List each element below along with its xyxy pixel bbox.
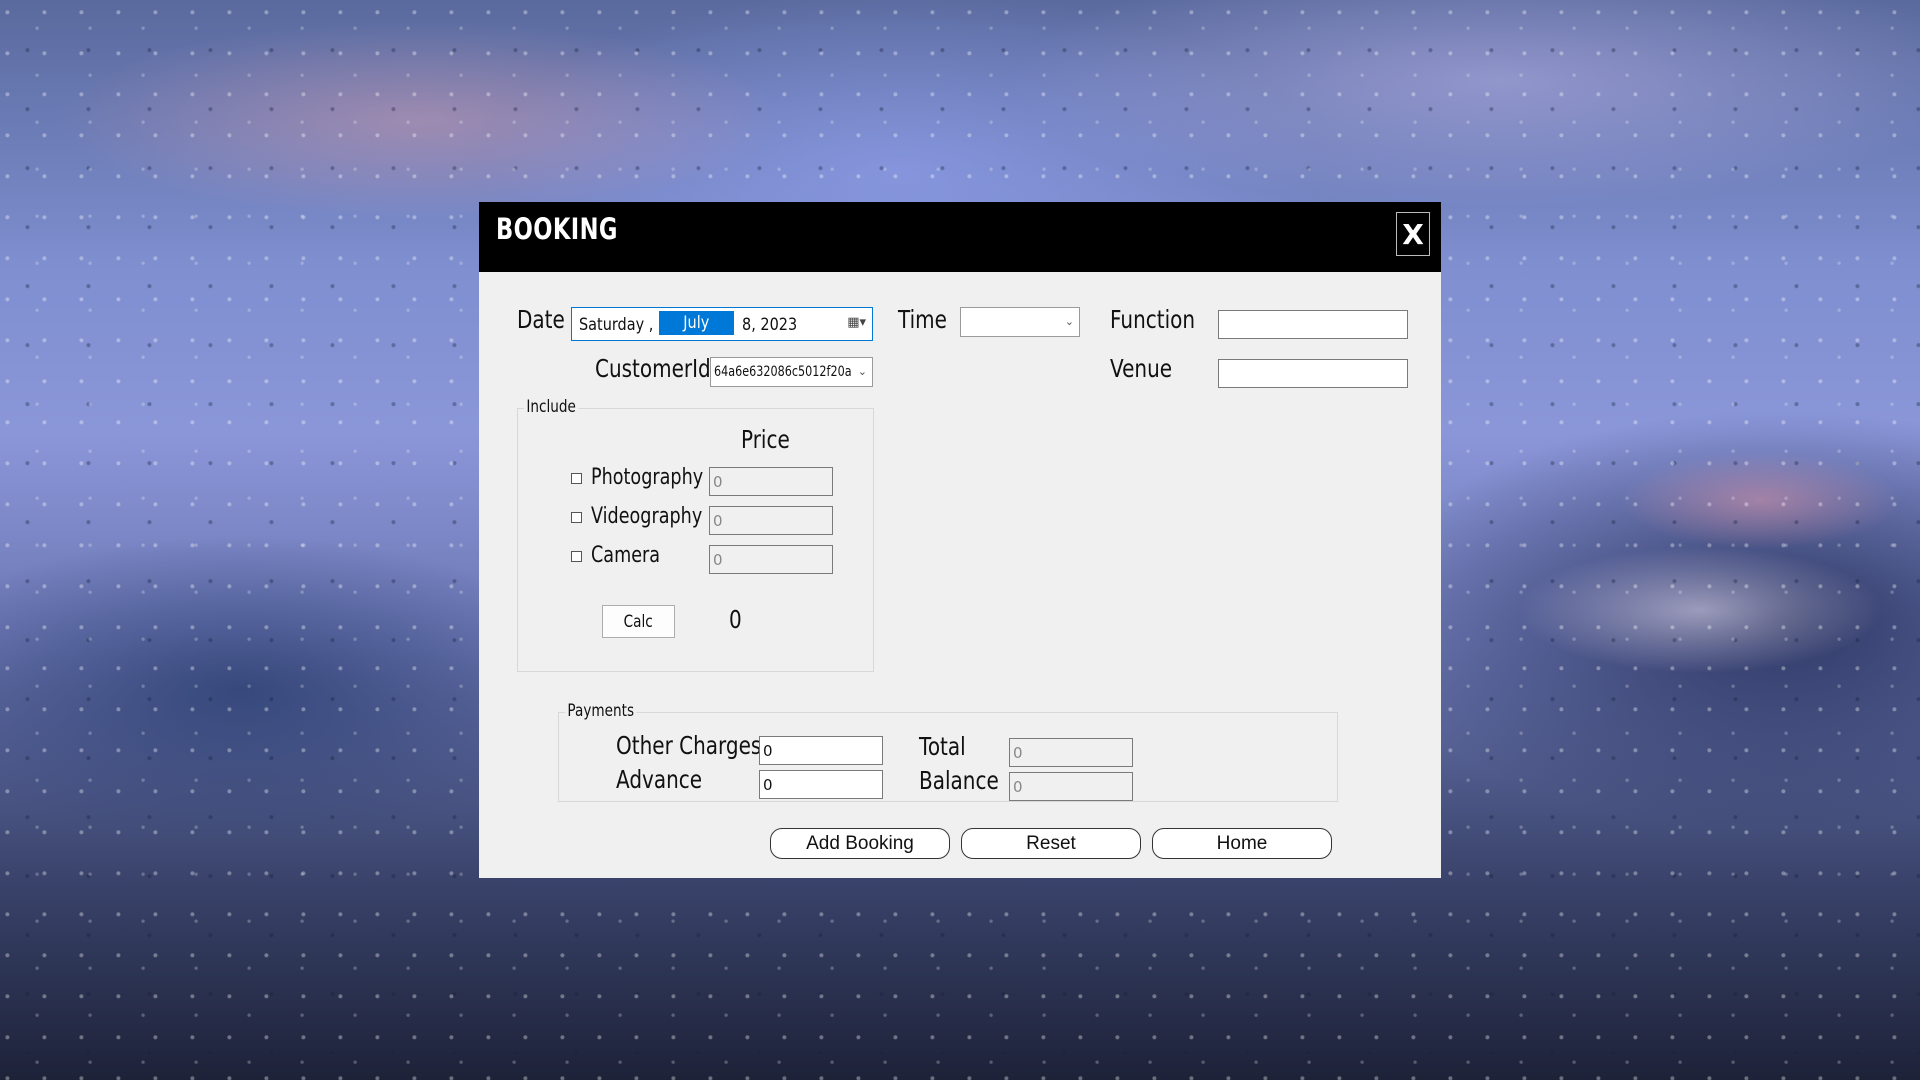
- other-charges-field[interactable]: 0: [759, 736, 883, 765]
- add-booking-button[interactable]: Add Booking: [770, 828, 950, 859]
- videography-checkbox[interactable]: [571, 512, 582, 523]
- date-label: Date: [517, 305, 565, 334]
- camera-checkbox[interactable]: [571, 551, 582, 562]
- calc-button[interactable]: Calc: [602, 605, 675, 638]
- calendar-dropdown-icon[interactable]: ▦▾: [847, 315, 866, 330]
- camera-price[interactable]: 0: [709, 545, 833, 574]
- chevron-down-icon: ⌄: [857, 364, 867, 378]
- payments-group: Payments Other Charges 0 Advance 0 Total…: [558, 701, 1338, 802]
- price-header: Price: [741, 425, 790, 454]
- date-weekday: Saturday ,: [579, 315, 654, 335]
- other-charges-label: Other Charges: [616, 731, 762, 760]
- photography-checkbox[interactable]: [571, 473, 582, 484]
- include-title: Include: [524, 397, 579, 417]
- date-day-year: 8, 2023: [742, 315, 798, 335]
- photography-label: Photography: [591, 465, 704, 490]
- customer-id-label: CustomerId: [595, 354, 711, 383]
- total-field[interactable]: 0: [1009, 738, 1133, 767]
- videography-price[interactable]: 0: [709, 506, 833, 535]
- venue-label: Venue: [1110, 354, 1173, 383]
- balance-field[interactable]: 0: [1009, 772, 1133, 801]
- customer-id-select[interactable]: 64a6e632086c5012f20a ⌄: [710, 357, 873, 387]
- advance-field[interactable]: 0: [759, 770, 883, 799]
- date-month: July: [659, 311, 734, 335]
- function-label: Function: [1110, 305, 1196, 334]
- close-button[interactable]: X: [1396, 212, 1430, 256]
- reset-button[interactable]: Reset: [961, 828, 1141, 859]
- time-label: Time: [898, 305, 947, 334]
- venue-field[interactable]: [1218, 359, 1408, 388]
- booking-dialog: BOOKING X Date Saturday , July 8, 2023 ▦…: [479, 202, 1441, 878]
- videography-label: Videography: [591, 504, 703, 529]
- title-bar: BOOKING X: [479, 202, 1441, 272]
- balance-label: Balance: [919, 766, 999, 795]
- dialog-title: BOOKING: [496, 212, 618, 246]
- date-picker[interactable]: Saturday , July 8, 2023 ▦▾: [571, 307, 873, 341]
- camera-label: Camera: [591, 543, 661, 568]
- photography-price[interactable]: 0: [709, 467, 833, 496]
- time-select[interactable]: ⌄: [960, 307, 1080, 337]
- payments-title: Payments: [565, 701, 637, 721]
- calc-result: 0: [729, 605, 742, 634]
- function-field[interactable]: [1218, 310, 1408, 339]
- total-label: Total: [919, 732, 966, 761]
- advance-label: Advance: [616, 765, 703, 794]
- chevron-down-icon: ⌄: [1064, 314, 1074, 328]
- home-button[interactable]: Home: [1152, 828, 1332, 859]
- include-group: Include Price Photography 0 Videography …: [517, 397, 874, 672]
